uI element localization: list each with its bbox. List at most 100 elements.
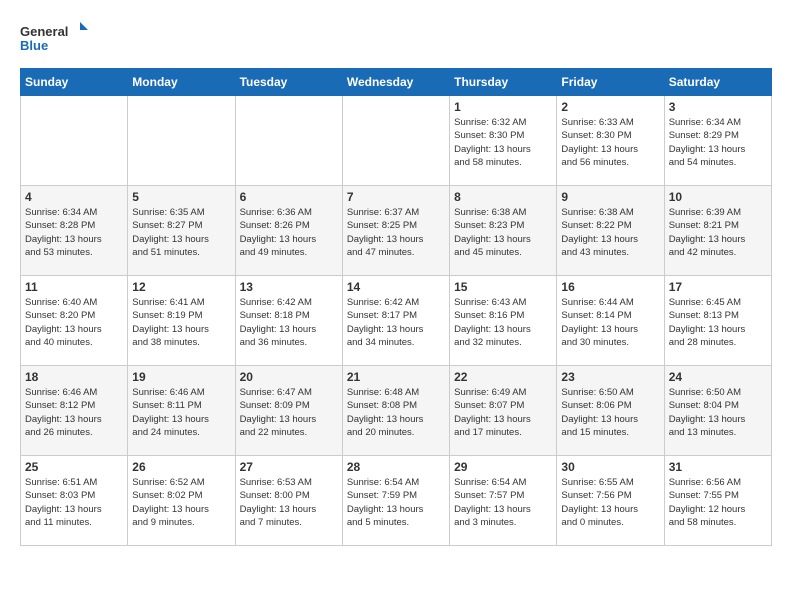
logo-svg: General Blue — [20, 20, 90, 58]
day-info: Sunrise: 6:38 AM Sunset: 8:23 PM Dayligh… — [454, 206, 552, 259]
weekday-header: Friday — [557, 69, 664, 96]
calendar-cell: 11Sunrise: 6:40 AM Sunset: 8:20 PM Dayli… — [21, 276, 128, 366]
calendar-cell — [342, 96, 449, 186]
day-number: 14 — [347, 280, 445, 294]
calendar-week-row: 25 Sunrise: 6:51 AM Sunset: 8:03 PM Dayli… — [21, 456, 772, 546]
day-number: 13 — [240, 280, 338, 294]
calendar-cell: 21 Sunrise: 6:48 AM Sunset: 8:08 PM Dayli… — [342, 366, 449, 456]
day-info: Sunrise: 6:45 AM Sunset: 8:13 PM Dayligh… — [669, 296, 767, 349]
svg-text:Blue: Blue — [20, 38, 48, 53]
calendar-week-row: 1 Sunrise: 6:32 AM Sunset: 8:30 PM Daylig… — [21, 96, 772, 186]
day-info: Sunrise: 6:54 AM Sunset: 7:57 PM Dayligh… — [454, 476, 552, 529]
calendar-cell: 28 Sunrise: 6:54 AM Sunset: 7:59 PM Dayli… — [342, 456, 449, 546]
day-info: Sunrise: 6:50 AM Sunset: 8:04 PM Dayligh… — [669, 386, 767, 439]
day-number: 30 — [561, 460, 659, 474]
calendar-cell: 30 Sunrise: 6:55 AM Sunset: 7:56 PM Dayli… — [557, 456, 664, 546]
day-number: 24 — [669, 370, 767, 384]
day-info: Sunrise: 6:33 AM Sunset: 8:30 PM Dayligh… — [561, 116, 659, 169]
weekday-header: Sunday — [21, 69, 128, 96]
calendar-cell: 25 Sunrise: 6:51 AM Sunset: 8:03 PM Dayli… — [21, 456, 128, 546]
calendar-cell: 31 Sunrise: 6:56 AM Sunset: 7:55 PM Dayli… — [664, 456, 771, 546]
day-number: 17 — [669, 280, 767, 294]
day-number: 15 — [454, 280, 552, 294]
day-info: Sunrise: 6:38 AM Sunset: 8:22 PM Dayligh… — [561, 206, 659, 259]
day-info: Sunrise: 6:42 AM Sunset: 8:18 PM Dayligh… — [240, 296, 338, 349]
day-number: 31 — [669, 460, 767, 474]
svg-text:General: General — [20, 24, 68, 39]
calendar-cell: 17 Sunrise: 6:45 AM Sunset: 8:13 PM Dayli… — [664, 276, 771, 366]
day-info: Sunrise: 6:32 AM Sunset: 8:30 PM Dayligh… — [454, 116, 552, 169]
day-number: 27 — [240, 460, 338, 474]
day-number: 10 — [669, 190, 767, 204]
calendar-cell: 26 Sunrise: 6:52 AM Sunset: 8:02 PM Dayli… — [128, 456, 235, 546]
calendar-cell — [128, 96, 235, 186]
calendar-cell: 20 Sunrise: 6:47 AM Sunset: 8:09 PM Dayli… — [235, 366, 342, 456]
day-number: 26 — [132, 460, 230, 474]
day-number: 25 — [25, 460, 123, 474]
calendar-cell: 3 Sunrise: 6:34 AM Sunset: 8:29 PM Daylig… — [664, 96, 771, 186]
weekday-header: Thursday — [450, 69, 557, 96]
day-number: 1 — [454, 100, 552, 114]
day-info: Sunrise: 6:47 AM Sunset: 8:09 PM Dayligh… — [240, 386, 338, 439]
calendar-cell: 29Sunrise: 6:54 AM Sunset: 7:57 PM Dayli… — [450, 456, 557, 546]
day-number: 4 — [25, 190, 123, 204]
day-number: 3 — [669, 100, 767, 114]
day-number: 21 — [347, 370, 445, 384]
day-info: Sunrise: 6:53 AM Sunset: 8:00 PM Dayligh… — [240, 476, 338, 529]
day-info: Sunrise: 6:50 AM Sunset: 8:06 PM Dayligh… — [561, 386, 659, 439]
calendar-cell: 23 Sunrise: 6:50 AM Sunset: 8:06 PM Dayli… — [557, 366, 664, 456]
day-number: 20 — [240, 370, 338, 384]
page-header: General Blue — [20, 20, 772, 58]
day-info: Sunrise: 6:40 AM Sunset: 8:20 PM Dayligh… — [25, 296, 123, 349]
day-number: 19 — [132, 370, 230, 384]
calendar-cell: 15 Sunrise: 6:43 AM Sunset: 8:16 PM Dayli… — [450, 276, 557, 366]
day-info: Sunrise: 6:52 AM Sunset: 8:02 PM Dayligh… — [132, 476, 230, 529]
day-info: Sunrise: 6:39 AM Sunset: 8:21 PM Dayligh… — [669, 206, 767, 259]
day-number: 6 — [240, 190, 338, 204]
calendar-cell: 7 Sunrise: 6:37 AM Sunset: 8:25 PM Daylig… — [342, 186, 449, 276]
day-info: Sunrise: 6:54 AM Sunset: 7:59 PM Dayligh… — [347, 476, 445, 529]
weekday-header: Saturday — [664, 69, 771, 96]
day-info: Sunrise: 6:56 AM Sunset: 7:55 PM Dayligh… — [669, 476, 767, 529]
day-info: Sunrise: 6:37 AM Sunset: 8:25 PM Dayligh… — [347, 206, 445, 259]
day-info: Sunrise: 6:41 AM Sunset: 8:19 PM Dayligh… — [132, 296, 230, 349]
calendar-cell: 6Sunrise: 6:36 AM Sunset: 8:26 PM Daylig… — [235, 186, 342, 276]
day-number: 2 — [561, 100, 659, 114]
calendar-week-row: 4 Sunrise: 6:34 AM Sunset: 8:28 PM Daylig… — [21, 186, 772, 276]
day-info: Sunrise: 6:34 AM Sunset: 8:28 PM Dayligh… — [25, 206, 123, 259]
calendar-cell: 5Sunrise: 6:35 AM Sunset: 8:27 PM Daylig… — [128, 186, 235, 276]
day-number: 18 — [25, 370, 123, 384]
day-info: Sunrise: 6:46 AM Sunset: 8:11 PM Dayligh… — [132, 386, 230, 439]
day-info: Sunrise: 6:46 AM Sunset: 8:12 PM Dayligh… — [25, 386, 123, 439]
day-info: Sunrise: 6:34 AM Sunset: 8:29 PM Dayligh… — [669, 116, 767, 169]
day-number: 8 — [454, 190, 552, 204]
day-number: 16 — [561, 280, 659, 294]
day-info: Sunrise: 6:51 AM Sunset: 8:03 PM Dayligh… — [25, 476, 123, 529]
day-info: Sunrise: 6:48 AM Sunset: 8:08 PM Dayligh… — [347, 386, 445, 439]
calendar-cell: 24 Sunrise: 6:50 AM Sunset: 8:04 PM Dayli… — [664, 366, 771, 456]
calendar-cell: 13 Sunrise: 6:42 AM Sunset: 8:18 PM Dayli… — [235, 276, 342, 366]
calendar-cell: 16 Sunrise: 6:44 AM Sunset: 8:14 PM Dayli… — [557, 276, 664, 366]
calendar-header-row: SundayMondayTuesdayWednesdayThursdayFrid… — [21, 69, 772, 96]
calendar-cell: 9Sunrise: 6:38 AM Sunset: 8:22 PM Daylig… — [557, 186, 664, 276]
day-info: Sunrise: 6:44 AM Sunset: 8:14 PM Dayligh… — [561, 296, 659, 349]
calendar-cell — [235, 96, 342, 186]
day-number: 5 — [132, 190, 230, 204]
day-info: Sunrise: 6:42 AM Sunset: 8:17 PM Dayligh… — [347, 296, 445, 349]
logo: General Blue — [20, 20, 90, 58]
calendar-cell: 14 Sunrise: 6:42 AM Sunset: 8:17 PM Dayli… — [342, 276, 449, 366]
day-number: 28 — [347, 460, 445, 474]
calendar-cell: 1 Sunrise: 6:32 AM Sunset: 8:30 PM Daylig… — [450, 96, 557, 186]
calendar-week-row: 18 Sunrise: 6:46 AM Sunset: 8:12 PM Dayli… — [21, 366, 772, 456]
calendar-cell: 18 Sunrise: 6:46 AM Sunset: 8:12 PM Dayli… — [21, 366, 128, 456]
day-number: 12 — [132, 280, 230, 294]
day-number: 7 — [347, 190, 445, 204]
day-info: Sunrise: 6:43 AM Sunset: 8:16 PM Dayligh… — [454, 296, 552, 349]
calendar-cell: 8 Sunrise: 6:38 AM Sunset: 8:23 PM Daylig… — [450, 186, 557, 276]
day-info: Sunrise: 6:55 AM Sunset: 7:56 PM Dayligh… — [561, 476, 659, 529]
day-number: 23 — [561, 370, 659, 384]
calendar-cell — [21, 96, 128, 186]
calendar-cell: 12 Sunrise: 6:41 AM Sunset: 8:19 PM Dayli… — [128, 276, 235, 366]
weekday-header: Monday — [128, 69, 235, 96]
day-info: Sunrise: 6:49 AM Sunset: 8:07 PM Dayligh… — [454, 386, 552, 439]
